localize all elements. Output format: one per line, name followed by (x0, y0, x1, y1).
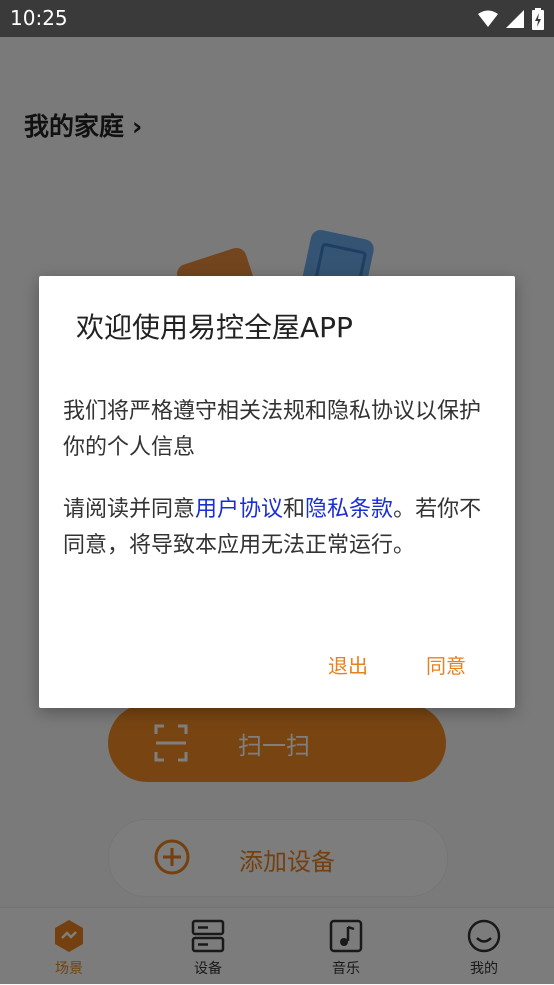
agree-button[interactable]: 同意 (426, 650, 466, 679)
status-icons (478, 8, 544, 30)
dialog-title: 欢迎使用易控全屋APP (76, 311, 353, 344)
signal-icon (506, 10, 524, 28)
wifi-icon (478, 10, 498, 27)
status-time: 10:25 (10, 6, 68, 30)
exit-button[interactable]: 退出 (328, 650, 368, 679)
consent-and: 和 (283, 497, 306, 522)
dialog-message-privacy: 我们将严格遵守相关法规和隐私协议以保护你的个人信息 (63, 399, 482, 460)
user-agreement-link[interactable]: 用户协议 (195, 497, 283, 522)
privacy-policy-link[interactable]: 隐私条款 (305, 497, 393, 522)
dialog-message-consent: 请阅读并同意用户协议和隐私条款。若你不同意，将导致本应用无法正常运行。 (63, 492, 493, 564)
battery-icon (532, 8, 544, 30)
status-bar: 10:25 (0, 0, 554, 37)
consent-prefix: 请阅读并同意 (63, 497, 196, 522)
privacy-dialog: 欢迎使用易控全屋APP 我们将严格遵守相关法规和隐私协议以保护你的个人信息 请阅… (39, 276, 515, 708)
